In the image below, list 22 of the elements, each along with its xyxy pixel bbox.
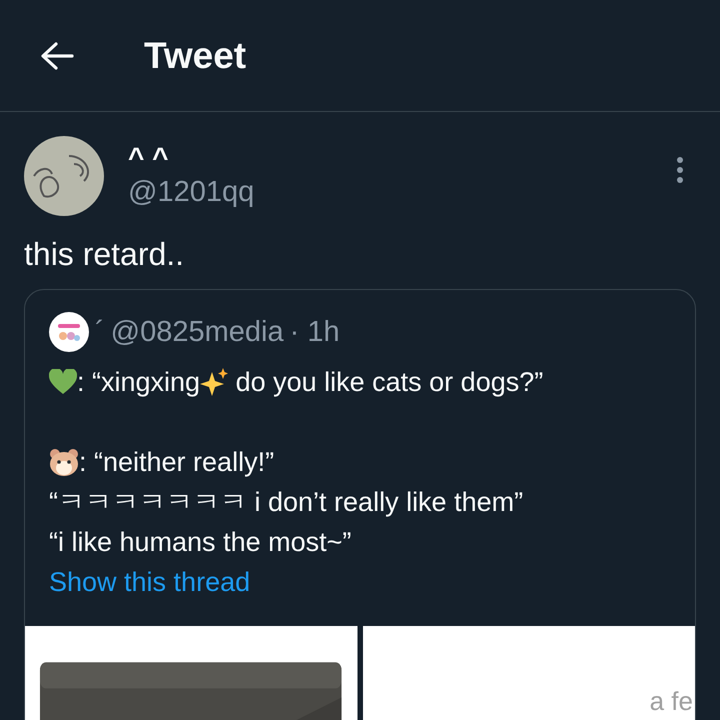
quote-text: : “xingxing [77, 366, 200, 399]
quote-text: “i like humans the most~” [49, 526, 352, 559]
author-name: ^ ^ [128, 142, 170, 174]
image-text: a fe [650, 686, 693, 716]
quoted-author-name: ´ [95, 316, 105, 348]
tweet-text: this retard.. [24, 236, 186, 273]
hamster-icon [49, 448, 79, 476]
avatar[interactable] [49, 312, 89, 352]
heart-icon [49, 369, 77, 395]
author-handle: @1201qq [128, 175, 256, 210]
quoted-author-handle: @0825media [110, 316, 284, 348]
show-thread-link[interactable]: Show this thread [49, 562, 250, 602]
quote-text: : “neither really!” [79, 446, 274, 479]
quote-text: “ㅋㅋㅋㅋㅋㅋㅋ i don’t really like them” [49, 486, 524, 519]
quote-text: do you like cats or dogs?” [234, 366, 544, 399]
page-title: Tweet [144, 34, 246, 76]
sparkles-icon [200, 368, 228, 396]
tweet-time: · 1h [290, 316, 340, 348]
back-arrow-icon[interactable] [40, 40, 74, 70]
more-icon[interactable] [676, 156, 684, 184]
avatar[interactable] [24, 136, 104, 216]
quoted-tweet-card[interactable]: ´ @0825media · 1h : “xingxing do you like cats or dogs?” : “neither really!” “ㅋㅋㅋㅋㅋㅋㅋ i don’t really like them” “i like humans the most~” Show this thread a fe [24, 289, 696, 720]
